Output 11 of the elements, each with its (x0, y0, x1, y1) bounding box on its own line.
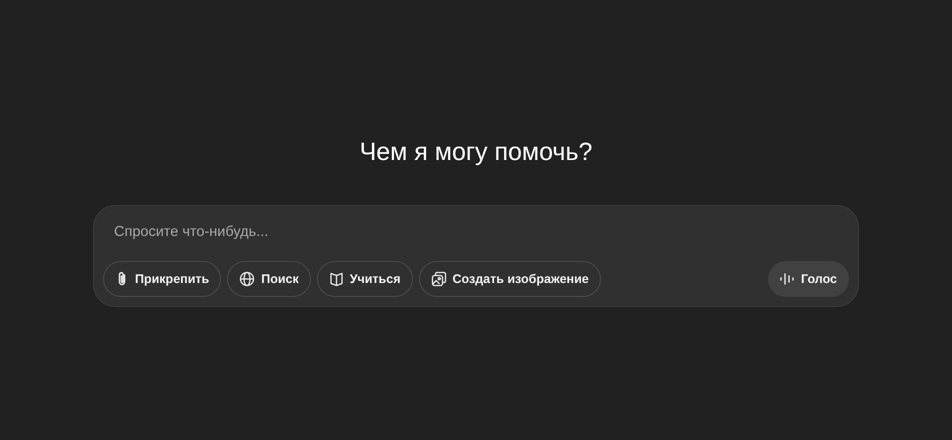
book-icon (328, 272, 344, 286)
prompt-input[interactable]: Спросите что-нибудь... (103, 220, 849, 244)
tool-button[interactable]: Создать изображение (418, 261, 601, 297)
tool-button[interactable]: Учиться (316, 261, 412, 297)
tool-button[interactable]: Поиск (227, 261, 311, 297)
globe-icon (239, 271, 256, 287)
waveform-icon (780, 273, 794, 285)
voice-button[interactable]: Голос (768, 261, 849, 297)
tool-button[interactable]: Прикрепить (103, 261, 222, 297)
image-icon (430, 271, 446, 287)
page-heading: Чем я могу помочь? (360, 137, 592, 168)
